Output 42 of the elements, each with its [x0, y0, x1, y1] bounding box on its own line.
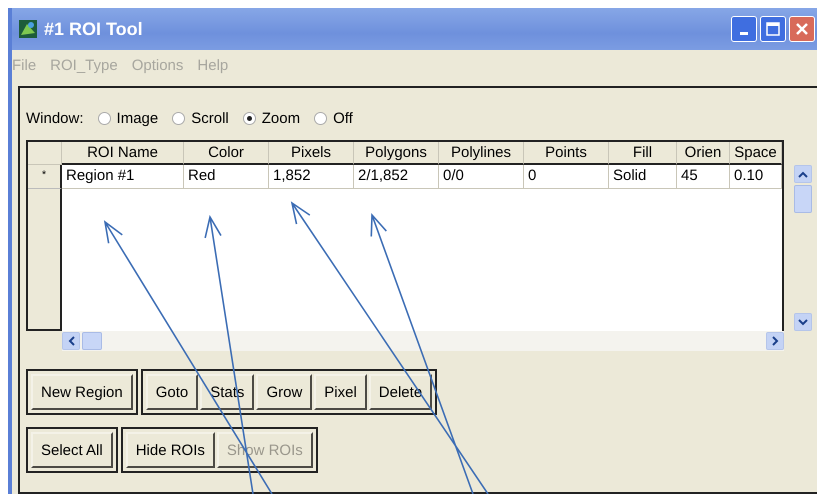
scroll-left-button[interactable] [62, 332, 80, 350]
radio-option[interactable]: Scroll [172, 110, 229, 126]
scroll-thumb[interactable] [82, 332, 102, 350]
action-button[interactable]: Grow [256, 374, 312, 410]
app-icon [18, 19, 38, 39]
column-header[interactable]: Pixels [269, 142, 354, 165]
scroll-thumb[interactable] [794, 185, 812, 213]
horizontal-scrollbar[interactable] [62, 331, 784, 351]
row-marker: * [28, 165, 62, 189]
chevron-left-icon [68, 336, 74, 346]
scroll-down-button[interactable] [794, 313, 812, 331]
column-header[interactable]: Polylines [439, 142, 524, 165]
chevron-right-icon [772, 336, 778, 346]
chevron-down-icon [798, 318, 808, 326]
window-label: Window: [26, 110, 84, 126]
column-header[interactable]: Points [524, 142, 609, 165]
radio-option[interactable]: Zoom [242, 110, 300, 126]
column-header[interactable]: Color [184, 142, 269, 165]
column-header[interactable]: Polygons [354, 142, 439, 165]
column-header[interactable]: Fill [609, 142, 677, 165]
action-button[interactable]: Select All [31, 432, 113, 468]
vertical-scrollbar[interactable] [794, 165, 812, 331]
action-button[interactable]: Pixel [314, 374, 367, 410]
maximize-icon [766, 22, 780, 36]
minimize-icon [740, 32, 748, 36]
scroll-up-button[interactable] [794, 165, 812, 183]
action-button[interactable]: New Region [31, 374, 133, 410]
column-header[interactable]: Orien [677, 142, 730, 165]
radio-option[interactable]: Image [98, 110, 158, 126]
column-header[interactable]: Space [730, 142, 782, 165]
close-icon [795, 22, 809, 36]
chevron-up-icon [798, 170, 808, 178]
column-header[interactable]: ROI Name [62, 142, 184, 165]
radio-option[interactable]: Off [314, 110, 353, 126]
minimize-button[interactable] [731, 16, 757, 42]
action-button[interactable]: Hide ROIs [126, 432, 215, 468]
maximize-button[interactable] [760, 16, 786, 42]
action-button[interactable]: Goto [146, 374, 198, 410]
window-title: #1 ROI Tool [44, 18, 144, 40]
header-corner [28, 142, 62, 165]
close-button[interactable] [789, 16, 815, 42]
scroll-right-button[interactable] [766, 332, 784, 350]
